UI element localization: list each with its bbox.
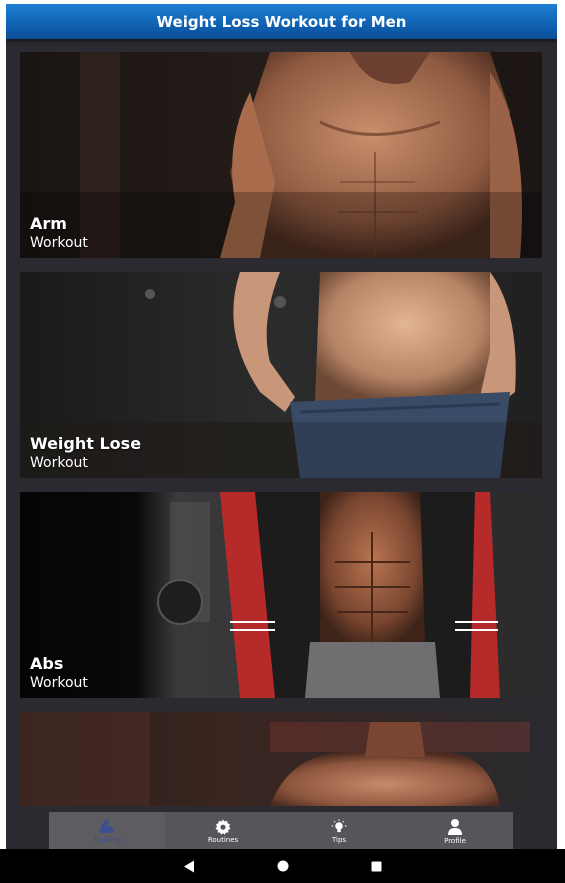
- flexed-arm-icon: [99, 819, 114, 833]
- lightbulb-icon: [331, 819, 347, 832]
- card-subtitle: Workout: [30, 235, 88, 251]
- back-icon: [183, 860, 194, 872]
- chest-workout-image: [20, 712, 542, 806]
- nav-label: Training: [93, 835, 121, 844]
- abs-workout-image: [20, 492, 542, 698]
- bottom-nav: Training Routines Tips Profile: [49, 812, 513, 850]
- home-icon: [277, 860, 288, 872]
- card-subtitle: Workout: [30, 675, 88, 691]
- person-icon: [448, 818, 462, 835]
- nav-label: Profile: [444, 836, 466, 845]
- card-subtitle: Workout: [30, 455, 88, 471]
- card-title: Weight Lose: [30, 434, 142, 453]
- workout-card-chest[interactable]: [20, 712, 542, 806]
- app-title: Weight Loss Workout for Men: [156, 12, 407, 31]
- arm-workout-image: [20, 52, 542, 258]
- card-title: Arm: [30, 214, 67, 233]
- workout-card-abs[interactable]: Abs Workout: [20, 492, 542, 698]
- recents-icon: [371, 861, 382, 871]
- nav-item-tips[interactable]: Tips: [281, 812, 397, 850]
- nav-item-routines[interactable]: Routines: [165, 812, 281, 850]
- app-header: Weight Loss Workout for Men: [6, 4, 557, 39]
- system-navigation-bar: [0, 849, 565, 883]
- workout-card-arm[interactable]: Arm Workout: [20, 52, 542, 258]
- nav-label: Tips: [331, 835, 347, 844]
- nav-item-profile[interactable]: Profile: [397, 812, 513, 850]
- nav-item-training[interactable]: Training: [49, 812, 165, 850]
- recents-button[interactable]: [365, 854, 389, 878]
- nav-label: Routines: [207, 835, 239, 844]
- gear-icon: [215, 819, 231, 835]
- home-button[interactable]: [271, 854, 295, 878]
- app-frame: Weight Loss Workout for Men Arm Workout …: [6, 4, 557, 857]
- workout-card-weight-lose[interactable]: Weight Lose Workout: [20, 272, 542, 478]
- card-title: Abs: [30, 654, 64, 673]
- back-button[interactable]: [177, 854, 201, 878]
